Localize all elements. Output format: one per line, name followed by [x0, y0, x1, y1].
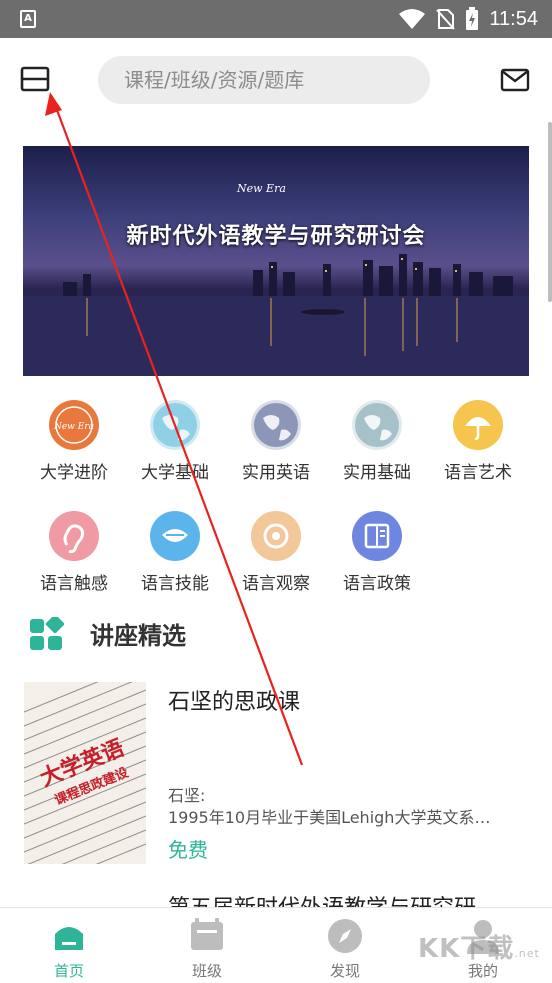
message-button[interactable]	[500, 68, 530, 92]
lecture-cover-image[interactable]: 大学英语 课程思政建设	[24, 682, 146, 864]
nav-home[interactable]: 首页	[19, 908, 119, 983]
section-icon	[30, 614, 65, 651]
globe-icon	[251, 400, 301, 450]
nav-label: 发现	[329, 962, 360, 980]
category-label: 大学进阶	[40, 463, 108, 483]
category-label: 语言艺术	[444, 463, 512, 483]
wifi-icon	[399, 9, 426, 29]
category-item-2[interactable]: 实用英语	[226, 400, 326, 483]
category-item-3[interactable]: 实用基础	[327, 400, 427, 483]
battery-charging-icon	[466, 7, 479, 30]
category-label: 实用基础	[343, 463, 411, 483]
category-label: 语言政策	[343, 574, 411, 594]
mouth-icon	[150, 511, 200, 561]
category-item-1[interactable]: 大学基础	[125, 400, 225, 483]
category-item-0[interactable]: New Era 大学进阶	[24, 400, 124, 483]
banner[interactable]: New Era 新时代外语教学与研究研讨会	[23, 146, 529, 376]
no-sim-icon	[436, 9, 456, 30]
ear-icon	[49, 511, 99, 561]
nav-label: 首页	[53, 962, 84, 980]
watermark-sub: .net	[514, 947, 540, 960]
top-header: 课程/班级/资源/题库	[0, 38, 552, 124]
scrollbar[interactable]	[548, 122, 552, 302]
banner-title: 新时代外语教学与研究研讨会	[126, 223, 426, 249]
watermark: KK下载.net	[418, 928, 540, 965]
search-input[interactable]: 课程/班级/资源/题库	[98, 56, 430, 104]
status-icons: 11:54	[399, 0, 538, 38]
compass-icon	[327, 918, 363, 954]
book-icon	[352, 511, 402, 561]
category-label: 大学基础	[141, 463, 209, 483]
category-item-5[interactable]: 语言触感	[24, 511, 124, 594]
class-icon	[189, 918, 225, 954]
category-item-4[interactable]: 语言艺术	[428, 400, 528, 483]
lecture-description: 1995年10月毕业于美国Lehigh大学英文系…	[168, 808, 491, 827]
nav-class[interactable]: 班级	[157, 908, 257, 983]
category-label: 语言观察	[242, 574, 310, 594]
umbrella-icon	[453, 400, 503, 450]
app-notification-icon: A	[20, 10, 36, 28]
status-bar: A 11:54	[0, 0, 552, 38]
svg-text:New Era: New Era	[53, 422, 94, 432]
nav-discover[interactable]: 发现	[295, 908, 395, 983]
scan-button[interactable]	[20, 66, 50, 92]
globe-icon	[352, 400, 402, 450]
home-icon	[51, 918, 87, 954]
category-item-7[interactable]: 语言观察	[226, 511, 326, 594]
new-era-badge-icon: New Era	[49, 400, 99, 450]
category-label: 实用英语	[242, 463, 310, 483]
eye-icon	[251, 511, 301, 561]
section-title: 讲座精选	[90, 622, 186, 650]
clock: 11:54	[489, 7, 538, 30]
lecture-author: 石坚:	[168, 786, 206, 805]
category-label: 语言技能	[141, 574, 209, 594]
lecture-price: 免费	[168, 838, 208, 862]
globe-icon	[150, 400, 200, 450]
banner-logo: New Era	[237, 182, 286, 195]
city-skyline-image	[23, 254, 529, 376]
apps-grid-icon	[30, 614, 65, 650]
scan-icon	[20, 66, 50, 92]
category-item-8[interactable]: 语言政策	[327, 511, 427, 594]
watermark-text: KK下载	[418, 934, 515, 964]
category-label: 语言触感	[40, 574, 108, 594]
lecture-title[interactable]: 石坚的思政课	[168, 684, 300, 716]
nav-label: 班级	[191, 962, 222, 980]
category-item-6[interactable]: 语言技能	[125, 511, 225, 594]
mail-icon	[500, 68, 530, 92]
